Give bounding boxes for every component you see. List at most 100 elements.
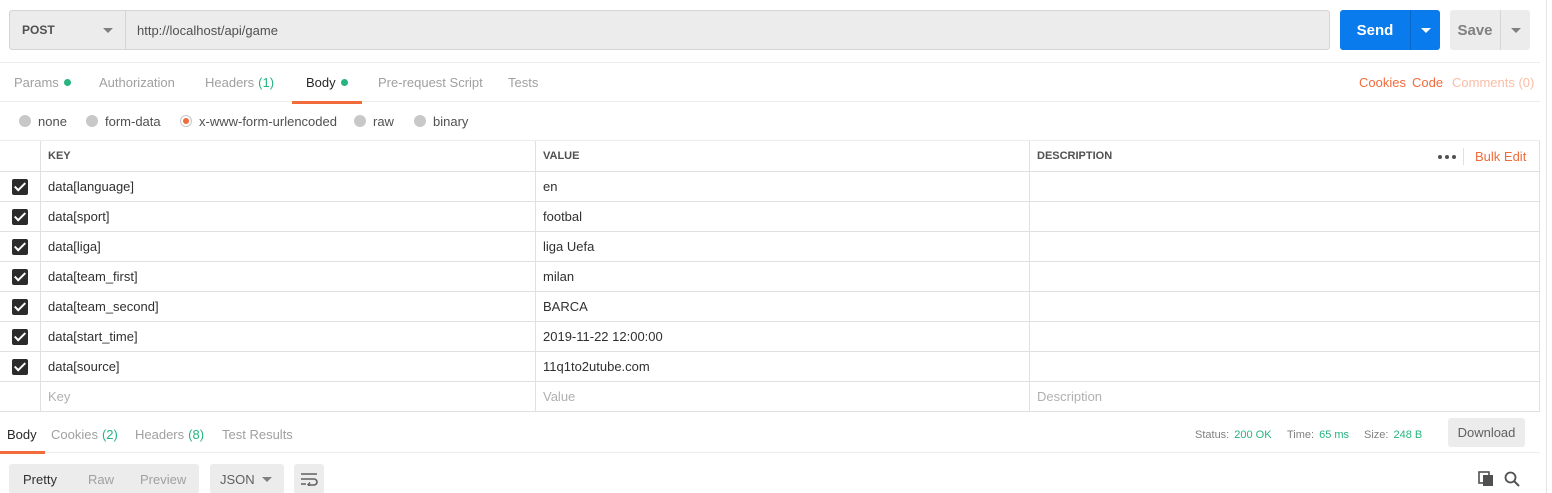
value-field[interactable]: BARCA — [536, 292, 1030, 321]
comments-link[interactable]: Comments (0) — [1452, 63, 1534, 102]
radio-button-icon — [86, 115, 98, 127]
response-tab-headers-label: Headers — [135, 427, 185, 442]
save-button[interactable]: Save — [1450, 10, 1500, 50]
table-row: data[liga] liga Uefa — [0, 232, 1540, 262]
tab-prerequest-label: Pre-request Script — [378, 75, 483, 90]
tab-headers[interactable]: Headers (1) — [205, 63, 274, 102]
response-tab-cookies-count: (2) — [101, 427, 118, 442]
table-row: data[language] en — [0, 172, 1540, 202]
view-mode-raw[interactable]: Raw — [88, 464, 114, 493]
tab-authorization[interactable]: Authorization — [99, 63, 175, 102]
checkbox-checked-icon[interactable] — [12, 358, 28, 375]
key-field[interactable]: data[start_time] — [41, 322, 536, 351]
value-field[interactable]: en — [536, 172, 1030, 201]
format-select[interactable]: JSON — [210, 464, 284, 493]
row-check-cell — [0, 322, 41, 351]
key-field[interactable]: data[liga] — [41, 232, 536, 261]
checkbox-checked-icon[interactable] — [12, 268, 28, 285]
response-tab-cookies[interactable]: Cookies (2) — [51, 416, 118, 453]
table-row: data[team_first] milan — [0, 262, 1540, 292]
radio-raw[interactable]: raw — [354, 102, 394, 140]
cookies-link[interactable]: Cookies — [1359, 63, 1406, 102]
checkbox-checked-icon[interactable] — [12, 328, 28, 345]
description-input[interactable]: Description — [1030, 382, 1540, 411]
checkbox-checked-icon[interactable] — [12, 178, 28, 195]
tab-headers-count: (1) — [258, 75, 275, 90]
bulk-edit-link[interactable]: Bulk Edit — [1475, 141, 1526, 172]
search-button[interactable] — [1502, 468, 1522, 490]
checkbox-checked-icon[interactable] — [12, 298, 28, 315]
tab-prerequest-script[interactable]: Pre-request Script — [378, 63, 483, 102]
tab-tests[interactable]: Tests — [508, 63, 538, 102]
send-options-button[interactable] — [1410, 10, 1440, 50]
radio-binary[interactable]: binary — [414, 102, 468, 140]
params-table: KEY VALUE DESCRIPTION Bulk Edit data[lan… — [0, 141, 1540, 412]
key-input[interactable]: Key — [41, 382, 536, 411]
description-field[interactable] — [1030, 202, 1540, 231]
tab-headers-label: Headers — [205, 75, 255, 90]
checkbox-checked-icon[interactable] — [12, 238, 28, 255]
radio-button-icon — [19, 115, 31, 127]
key-field[interactable]: data[sport] — [41, 202, 536, 231]
response-tab-test-results[interactable]: Test Results — [222, 416, 293, 453]
search-icon — [1504, 471, 1520, 487]
response-tab-headers-count: (8) — [188, 427, 205, 442]
checkbox-checked-icon[interactable] — [12, 208, 28, 225]
tab-params[interactable]: Params — [14, 63, 71, 102]
value-field[interactable]: footbal — [536, 202, 1030, 231]
radio-form-data-label: form-data — [105, 113, 161, 129]
request-bar: POST http://localhost/api/game — [9, 10, 1330, 50]
view-mode-pretty[interactable]: Pretty — [23, 464, 57, 493]
radio-binary-label: binary — [433, 113, 469, 129]
key-field[interactable]: data[source] — [41, 352, 536, 381]
radio-button-selected-icon — [180, 115, 192, 127]
url-input[interactable]: http://localhost/api/game — [126, 11, 1329, 49]
value-input[interactable]: Value — [536, 382, 1030, 411]
wrap-lines-icon — [301, 473, 318, 486]
value-field[interactable]: 11q1to2utube.com — [536, 352, 1030, 381]
save-options-button[interactable] — [1500, 10, 1530, 50]
time-label: Time: — [1287, 428, 1315, 441]
table-row: data[sport] footbal — [0, 202, 1540, 232]
radio-urlencoded[interactable]: x-www-form-urlencoded — [180, 102, 337, 140]
header-check-cell — [0, 141, 41, 171]
table-row: data[team_second] BARCA — [0, 292, 1540, 322]
key-field[interactable]: data[language] — [41, 172, 536, 201]
description-field[interactable] — [1030, 292, 1540, 321]
view-mode-segmented: Pretty Raw Preview — [9, 464, 199, 493]
more-horizontal-icon[interactable] — [1438, 141, 1456, 172]
send-button-group: Send — [1340, 10, 1440, 50]
copy-button[interactable] — [1476, 468, 1496, 490]
status-dot-icon — [340, 79, 348, 86]
radio-form-data[interactable]: form-data — [86, 102, 161, 140]
chevron-down-icon — [103, 28, 113, 33]
code-link[interactable]: Code — [1412, 63, 1443, 102]
method-select[interactable]: POST — [10, 11, 126, 49]
value-field[interactable]: milan — [536, 262, 1030, 291]
method-label: POST — [22, 23, 55, 37]
value-field[interactable]: 2019-11-22 12:00:00 — [536, 322, 1030, 351]
wrap-lines-button[interactable] — [294, 464, 324, 493]
key-field[interactable]: data[team_second] — [41, 292, 536, 321]
response-tab-body[interactable]: Body — [0, 416, 45, 454]
value-field[interactable]: liga Uefa — [536, 232, 1030, 261]
description-field[interactable] — [1030, 172, 1540, 201]
chevron-down-icon — [262, 477, 272, 482]
description-field[interactable] — [1030, 322, 1540, 351]
description-field[interactable] — [1030, 352, 1540, 381]
radio-none[interactable]: none — [19, 102, 67, 140]
table-row-new: Key Value Description — [0, 382, 1540, 412]
save-button-group: Save — [1450, 10, 1530, 50]
scrollbar[interactable] — [1546, 0, 1547, 493]
send-button[interactable]: Send — [1340, 10, 1410, 50]
row-check-cell — [0, 232, 41, 261]
download-button[interactable]: Download — [1448, 418, 1525, 447]
body-type-selector: none form-data x-www-form-urlencoded raw… — [0, 102, 1540, 141]
view-mode-preview[interactable]: Preview — [140, 464, 186, 493]
description-field[interactable] — [1030, 232, 1540, 261]
key-field[interactable]: data[team_first] — [41, 262, 536, 291]
tab-body[interactable]: Body — [292, 63, 362, 104]
description-field[interactable] — [1030, 262, 1540, 291]
response-tab-headers[interactable]: Headers (8) — [135, 416, 204, 453]
row-check-cell — [0, 172, 41, 201]
